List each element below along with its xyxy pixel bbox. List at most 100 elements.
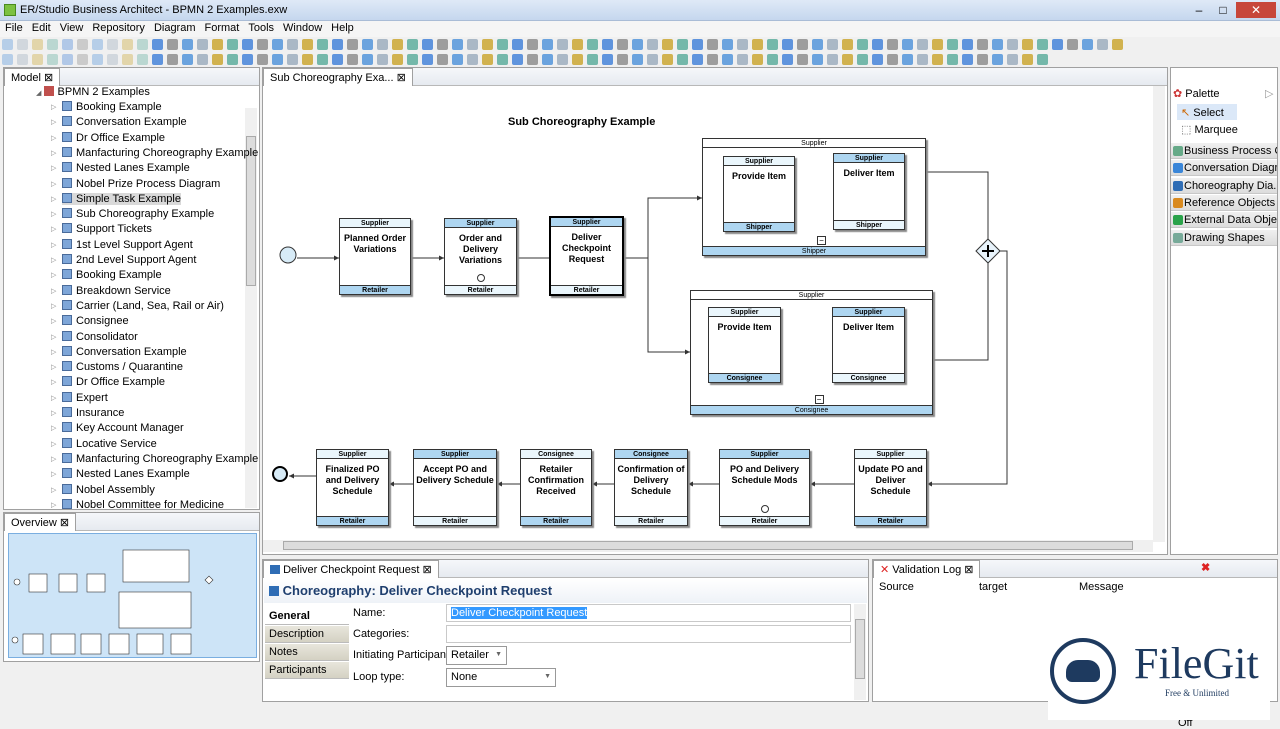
initiating-participant-label: Initiating Participant: [353, 649, 449, 661]
categories-field[interactable]: [446, 625, 851, 643]
tab-validation-log[interactable]: ✕ Validation Log ⊠: [873, 560, 981, 578]
drawer-icon: [1173, 215, 1183, 226]
participant-top: Supplier: [709, 308, 780, 317]
task-name: Retailer Confirmation Received: [528, 464, 584, 496]
choreography-task[interactable]: Supplier Deliver Item Shipper: [833, 153, 905, 230]
participant-top: Supplier: [855, 450, 926, 459]
participant-top: Consignee: [615, 450, 687, 459]
tab-properties[interactable]: Deliver Checkpoint Request ⊠: [263, 560, 439, 578]
participant-top: Supplier: [833, 308, 904, 317]
diagram-title: Sub Choreography Example: [508, 116, 656, 128]
palette-drawer[interactable]: Drawing Shapes: [1171, 229, 1277, 246]
participant-top: Supplier: [724, 157, 794, 166]
choreography-task[interactable]: Supplier Accept PO and Delivery Schedule R…: [413, 449, 497, 526]
participant-top: Supplier: [317, 450, 388, 459]
loop-icon: [476, 274, 485, 282]
palette-drawer[interactable]: Choreography Dia...: [1171, 177, 1277, 194]
task-name: Accept PO and Delivery Schedule: [416, 464, 494, 485]
name-field[interactable]: Deliver Checkpoint Request: [446, 604, 851, 622]
watermark-logo: FileGit Free & Unlimited: [1048, 628, 1270, 720]
participant-bottom: Retailer: [521, 516, 591, 525]
start-event[interactable]: [279, 246, 297, 264]
parallel-gateway[interactable]: [975, 238, 1001, 264]
participant-bottom: Consignee: [709, 373, 780, 382]
participant-bottom: Shipper: [724, 222, 794, 231]
participant-top: Supplier: [551, 218, 622, 227]
collapse-icon: −: [814, 395, 824, 404]
participant-bottom: Retailer: [855, 516, 926, 525]
participant-top: Supplier: [445, 219, 516, 228]
choreography-task[interactable]: Supplier Update PO and Deliver Schedule Re…: [854, 449, 927, 526]
initiating-participant-select[interactable]: Retailer ▼: [446, 646, 507, 665]
participant-bottom: Retailer: [340, 285, 410, 294]
loop-icon: [760, 505, 769, 513]
participant-bottom: Retailer: [720, 516, 809, 525]
participant-bottom: Consignee: [691, 405, 932, 414]
loop-type-label: Loop type:: [353, 671, 405, 683]
choreography-task[interactable]: Supplier Planned Order Variations Retailer: [339, 218, 411, 295]
participant-bottom: Consignee: [833, 373, 904, 382]
task-name: Finalized PO and Delivery Schedule: [325, 464, 380, 496]
loop-type-select[interactable]: None ▼: [446, 668, 556, 687]
column-source[interactable]: Source: [879, 581, 914, 593]
choreography-task[interactable]: Consignee Confirmation of Delivery Schedu…: [614, 449, 688, 526]
task-name: Deliver Item: [842, 322, 895, 332]
task-name: Deliver Checkpoint Request: [561, 232, 611, 264]
palette-panel: [1170, 67, 1278, 555]
participant-top: Supplier: [414, 450, 496, 459]
participant-bottom: Retailer: [445, 285, 516, 294]
tab-participants[interactable]: Participants: [265, 662, 349, 679]
participant-bottom: Retailer: [317, 516, 388, 525]
participant-top: Supplier: [340, 219, 410, 228]
palette-header[interactable]: ✿ Palette ▷: [1173, 87, 1273, 100]
task-name: Planned Order Variations: [343, 233, 406, 254]
participant-bottom: Retailer: [414, 516, 496, 525]
name-label: Name:: [353, 607, 386, 619]
participant-top: Supplier: [834, 154, 904, 163]
participant-top: Supplier: [720, 450, 809, 459]
palette-tool-marquee[interactable]: ⬚ Marquee: [1181, 123, 1238, 136]
choreography-task[interactable]: Consignee Retailer Confirmation Received R…: [520, 449, 592, 526]
error-icon: ✕: [880, 564, 890, 576]
tab-notes[interactable]: Notes: [265, 644, 349, 661]
choreography-task[interactable]: Supplier Deliver Item Consignee: [832, 307, 905, 383]
drawer-icon: [1173, 146, 1183, 156]
column-target[interactable]: target: [979, 581, 1007, 593]
participant-top: Supplier: [703, 139, 925, 148]
participant-bottom: Retailer: [615, 516, 687, 525]
task-name: Order and Delivery Variations: [458, 233, 503, 265]
participant-bottom: Retailer: [551, 285, 622, 294]
choreography-task[interactable]: Supplier Provide Item Consignee: [708, 307, 781, 383]
participant-bottom: Shipper: [834, 220, 904, 229]
participant-top: Supplier: [691, 291, 932, 300]
choreography-task[interactable]: Supplier Order and Delivery Variations Ret…: [444, 218, 517, 295]
clear-log-icon[interactable]: ✖: [1201, 561, 1210, 574]
task-name: Deliver Item: [843, 168, 895, 178]
collapse-icon: −: [817, 236, 826, 245]
column-message[interactable]: Message: [1079, 581, 1124, 593]
properties-scrollbar[interactable]: [854, 604, 866, 700]
end-event[interactable]: [272, 466, 288, 482]
task-name: Provide Item: [717, 322, 772, 332]
drawer-icon: [1173, 197, 1183, 208]
palette-drawer[interactable]: External Data Obje...: [1171, 212, 1277, 229]
task-name: Provide Item: [731, 171, 787, 181]
choreography-task[interactable]: Supplier Provide Item Shipper: [723, 156, 795, 232]
drawer-icon: [1173, 163, 1183, 174]
choreography-task[interactable]: Supplier PO and Delivery Schedule Mods Ret…: [719, 449, 810, 526]
drawer-icon: [1173, 180, 1183, 191]
participant-top: Consignee: [521, 450, 591, 459]
task-name: Confirmation of Delivery Schedule: [617, 464, 685, 496]
palette-tool-select[interactable]: ↖ Select: [1177, 104, 1237, 120]
categories-label: Categories:: [353, 628, 410, 640]
palette-drawer[interactable]: Conversation Diagr...: [1171, 160, 1277, 177]
tab-description[interactable]: Description: [265, 626, 349, 643]
task-name: PO and Delivery Schedule Mods: [729, 464, 800, 485]
participant-bottom: Shipper: [703, 246, 925, 255]
task-name: Update PO and Deliver Schedule: [858, 464, 923, 496]
choreography-task[interactable]: Supplier Deliver Checkpoint Request Retail…: [549, 216, 624, 296]
palette-drawer[interactable]: Reference Objects: [1171, 194, 1277, 211]
palette-drawer[interactable]: Business Process O...: [1171, 143, 1277, 159]
tab-general[interactable]: General: [265, 608, 349, 625]
choreography-task[interactable]: Supplier Finalized PO and Delivery Schedu…: [316, 449, 389, 526]
